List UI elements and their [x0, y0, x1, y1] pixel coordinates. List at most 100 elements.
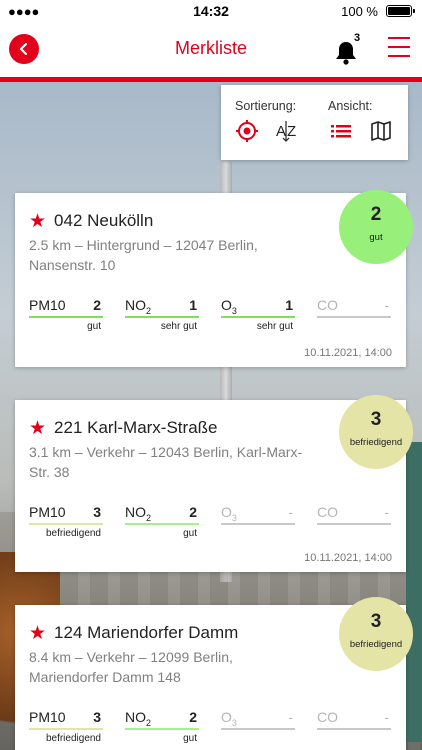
pollutant-name: PM10	[29, 297, 66, 313]
pollutant-name: O3	[221, 504, 237, 523]
station-address-line: Mariendorfer Damm 148	[29, 669, 181, 685]
measurement-3: CO -	[317, 297, 391, 331]
sort-label: Sortierung:	[235, 99, 297, 113]
station-address: 3.1 km – Verkehr – 12043 Berlin, Karl-Ma…	[29, 442, 329, 482]
notifications-button[interactable]: 3	[334, 32, 364, 66]
pollutant-bar	[221, 728, 295, 730]
map-icon	[371, 121, 391, 141]
air-quality-index-badge: 3 befriedigend	[339, 597, 413, 671]
pollutant-value: 2	[189, 709, 197, 725]
favorite-star-icon[interactable]: ★	[29, 622, 46, 645]
index-value: 3	[370, 409, 382, 430]
pollutant-rating: gut	[87, 321, 101, 332]
notification-count: 3	[354, 32, 361, 44]
measurement-2: O3 1 sehr gut	[221, 297, 295, 332]
index-label: befriedigend	[349, 639, 403, 650]
pollutant-value: -	[384, 504, 389, 520]
pollutant-name: CO	[317, 504, 338, 520]
sort-alphabetical-button[interactable]: A Z	[275, 119, 299, 143]
index-label: befriedigend	[349, 437, 403, 448]
favorite-star-icon[interactable]: ★	[29, 417, 46, 440]
index-value: 2	[370, 204, 382, 225]
status-bar: ●●●● 14:32 100 %	[0, 0, 422, 22]
pollutant-bar	[29, 316, 103, 318]
pollutant-name: CO	[317, 297, 338, 313]
station-card[interactable]: ★ 221 Karl-Marx-Straße 3.1 km – Verkehr – …	[15, 395, 413, 572]
pollutant-rating: befriedigend	[45, 528, 101, 539]
sort-view-panel: Sortierung: Ansicht: A Z	[221, 85, 408, 160]
pollutant-name: O3	[221, 297, 237, 316]
measurement-1: NO2 2 gut	[125, 504, 199, 539]
menu-button[interactable]	[388, 37, 410, 59]
pollutant-name: PM10	[29, 709, 66, 725]
pollutant-name: NO2	[125, 504, 152, 523]
measurement-0: PM10 3 befriedigend	[29, 504, 103, 539]
measurement-1: NO2 1 sehr gut	[125, 297, 199, 332]
svg-text:Z: Z	[287, 123, 296, 140]
pollutant-value: -	[288, 709, 293, 725]
measurement-date: 10.11.2021, 14:00	[304, 552, 392, 564]
air-quality-index-badge: 3 befriedigend	[339, 395, 413, 469]
measurement-2: O3 -	[221, 504, 295, 538]
pollutant-value: 2	[189, 504, 197, 520]
app-header: Merkliste 3	[0, 22, 422, 78]
pollutant-rating: sehr gut	[160, 321, 197, 332]
pollutant-value: 1	[285, 297, 293, 313]
pollutant-name: NO2	[125, 709, 152, 728]
pollutant-value: -	[384, 709, 389, 725]
pollutant-bar	[221, 523, 295, 525]
pollutant-rating: gut	[183, 528, 197, 539]
hamburger-icon	[388, 37, 410, 39]
pollutant-value: -	[384, 297, 389, 313]
measurement-date: 10.11.2021, 14:00	[304, 347, 392, 359]
pollutant-bar	[29, 523, 103, 525]
measurement-1: NO2 2 gut	[125, 709, 199, 744]
battery-icon	[386, 5, 415, 17]
station-name: 042 Neukölln	[54, 211, 154, 230]
pollutant-name: O3	[221, 709, 237, 728]
list-view-button[interactable]	[329, 119, 353, 143]
locate-icon	[236, 120, 258, 142]
pollutant-rating: gut	[183, 733, 197, 744]
station-name-row: ★ 042 Neukölln	[29, 209, 153, 232]
index-value: 3	[370, 611, 382, 632]
station-address-line: 3.1 km – Verkehr – 12043 Berlin, Karl-Ma…	[29, 444, 303, 460]
station-name: 124 Mariendorfer Damm	[54, 623, 239, 642]
pollutant-value: -	[288, 504, 293, 520]
pollutant-bar	[221, 316, 295, 318]
pollutant-bar	[125, 728, 199, 730]
battery-percent: 100 %	[341, 4, 378, 19]
station-address-line: 8.4 km – Verkehr – 12099 Berlin,	[29, 649, 233, 665]
pollutant-rating: befriedigend	[45, 733, 101, 744]
pollutant-value: 3	[93, 504, 101, 520]
station-address-line: Str. 38	[29, 464, 70, 480]
index-label: gut	[369, 232, 383, 243]
measurement-0: PM10 3 befriedigend	[29, 709, 103, 744]
measurement-3: CO -	[317, 709, 391, 743]
station-address-line: Nansenstr. 10	[29, 257, 116, 273]
air-quality-index-badge: 2 gut	[339, 190, 413, 264]
favorite-star-icon[interactable]: ★	[29, 210, 46, 233]
pollutant-value: 3	[93, 709, 101, 725]
svg-text:A: A	[276, 123, 286, 140]
station-address: 2.5 km – Hintergrund – 12047 Berlin, Nans…	[29, 235, 329, 275]
pollutant-bar	[317, 523, 391, 525]
view-label: Ansicht:	[328, 99, 373, 113]
station-card[interactable]: ★ 124 Mariendorfer Damm 8.4 km – Verkehr –…	[15, 597, 413, 750]
list-icon	[331, 125, 351, 138]
measurement-0: PM10 2 gut	[29, 297, 103, 332]
station-name-row: ★ 221 Karl-Marx-Straße	[29, 416, 217, 439]
station-address-line: 2.5 km – Hintergrund – 12047 Berlin,	[29, 237, 258, 253]
station-address: 8.4 km – Verkehr – 12099 Berlin, Mariendo…	[29, 647, 329, 687]
sort-az-icon: A Z	[276, 121, 296, 142]
pollutant-bar	[317, 316, 391, 318]
pollutant-bar	[125, 523, 199, 525]
pollutant-name: CO	[317, 709, 338, 725]
sort-distance-button[interactable]	[235, 119, 259, 143]
pollutant-name: NO2	[125, 297, 152, 316]
pollutant-value: 1	[189, 297, 197, 313]
pollutant-rating: sehr gut	[256, 321, 293, 332]
pollutant-bar	[125, 316, 199, 318]
station-card[interactable]: ★ 042 Neukölln 2.5 km – Hintergrund – 1204…	[15, 190, 413, 367]
map-view-button[interactable]	[369, 119, 393, 143]
